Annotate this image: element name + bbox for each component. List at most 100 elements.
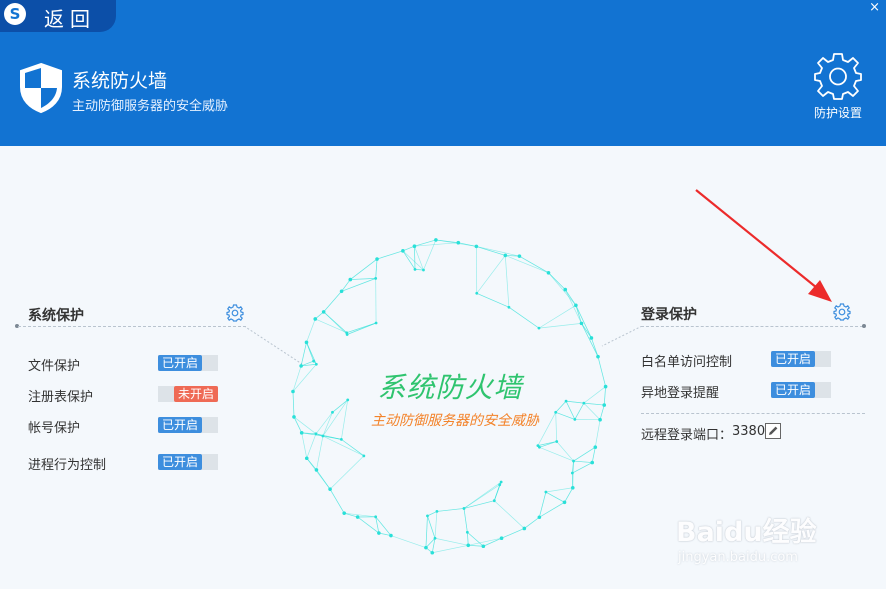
globe-edge [581,323,592,339]
globe-edge [306,342,314,362]
globe-node [377,531,381,535]
globe-edge [301,432,308,459]
globe-edge [597,356,606,387]
globe-node [466,543,471,548]
globe-node [492,499,496,503]
globe-edge [575,305,592,339]
globe-edge [467,532,484,547]
globe-node [582,401,586,405]
account-protection-toggle[interactable]: 已开启 [158,417,218,433]
globe-node [313,317,318,321]
registry-protection-toggle[interactable]: 未开启 [158,386,218,402]
edit-icon[interactable] [765,423,781,439]
remote-port-label: 远程登录端口： [641,428,733,443]
globe-edge [505,255,549,274]
globe-edge [306,433,317,459]
globe-node [430,550,435,555]
close-icon[interactable]: × [869,1,880,14]
globe-edge [427,511,438,517]
globe-node [342,511,346,515]
baidu-watermark: Baidu经验 jingyan.baidu.com [676,510,846,574]
globe-edge [357,516,380,534]
globe-node [321,434,325,438]
process-control-label: 进程行为控制 [28,458,107,473]
globe-node [456,240,461,245]
globe-edge [591,447,596,463]
globe-edge [583,402,601,420]
globe-edge [316,469,331,490]
globe-node [544,490,548,494]
remote-login-alert-label: 异地登录提醒 [641,386,720,401]
account-protection-status: 已开启 [158,417,202,433]
globe-node [503,253,508,258]
globe-edge [306,318,316,343]
header-bar: S 返回 × 系统防火墙 主动防御服务器的安全威胁 防护设置 [0,0,886,146]
center-title: 系统防火墙 [377,371,523,404]
registry-protection-label: 注册表保护 [28,390,94,405]
globe-edge [494,500,525,529]
globe-edge [476,246,506,256]
globe-edge [292,365,302,392]
globe-node [522,526,527,531]
globe-edge [508,306,540,329]
globe-node [304,340,309,345]
globe-edge [414,246,424,271]
globe-node [374,515,378,519]
system-protection-settings-icon[interactable] [226,304,244,322]
globe-edge [468,537,502,546]
globe-node [563,287,568,292]
globe-edge [432,544,469,554]
whitelist-control-status: 已开启 [771,351,815,367]
globe-node [570,485,575,490]
globe-node [314,468,319,472]
protection-settings-button[interactable]: 防护设置 [806,52,870,124]
globe-edge [545,491,565,503]
globe-node [299,431,304,435]
settings-label: 防护设置 [813,106,862,120]
remote-port-value: 3380 [732,424,766,439]
globe-edge [427,515,436,539]
globe-edge [564,487,574,503]
globe-node [474,244,479,249]
globe-edge [575,305,582,324]
globe-edge [329,488,345,514]
globe-node [538,445,541,449]
globe-edge [306,458,317,471]
globe-edge [594,419,601,448]
globe-edge [402,245,415,252]
globe-node [389,533,393,538]
whitelist-control-toggle[interactable]: 已开启 [771,351,831,367]
globe-edge [376,250,404,260]
globe-node [546,270,551,275]
globe-node [314,362,318,366]
globe-node [426,514,429,518]
globe-edge [323,291,342,313]
globe-edge [556,441,574,462]
globe-edge [476,255,506,294]
globe-edge [573,460,593,463]
globe-edge [435,239,477,247]
globe-node [362,454,366,458]
process-control-toggle[interactable]: 已开启 [158,454,218,470]
globe-node [401,249,405,253]
account-protection-label: 帐号保护 [28,421,81,436]
file-protection-toggle[interactable]: 已开启 [158,355,218,371]
globe-edge [581,323,599,357]
globe-edge [350,258,378,280]
globe-edge [524,516,540,529]
file-protection-label: 文件保护 [28,359,81,374]
globe-edge [292,364,317,392]
remote-login-alert-toggle[interactable]: 已开启 [771,382,831,398]
globe-edge [323,311,347,333]
globe-node [433,536,437,540]
system-protection-divider [18,326,246,327]
globe-node [374,321,378,325]
globe-node [593,445,598,449]
center-subtitle: 主动防御服务器的安全威胁 [371,413,539,429]
globe-edge [322,435,364,457]
globe-edge [341,439,365,457]
back-button[interactable]: S 返回 [0,0,116,32]
globe-edge [292,391,295,417]
globe-edge [539,491,547,518]
globe-node [328,487,332,491]
